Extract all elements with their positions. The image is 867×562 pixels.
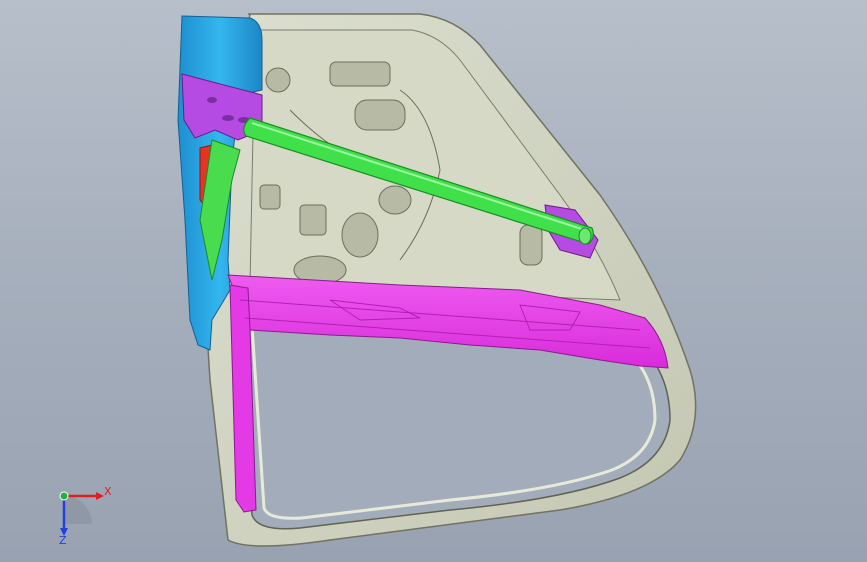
coordinate-triad: X Z [59,485,112,546]
triad-shadow [64,496,92,524]
door-inner-assembly-model[interactable] [0,0,867,562]
intrusion-beam-end [578,227,592,245]
y-axis-dot [59,491,69,501]
graphics-viewport[interactable]: X Z [0,0,867,562]
x-axis-label: X [104,485,112,498]
x-axis-arrow [96,492,104,500]
z-axis-label: Z [59,534,67,546]
